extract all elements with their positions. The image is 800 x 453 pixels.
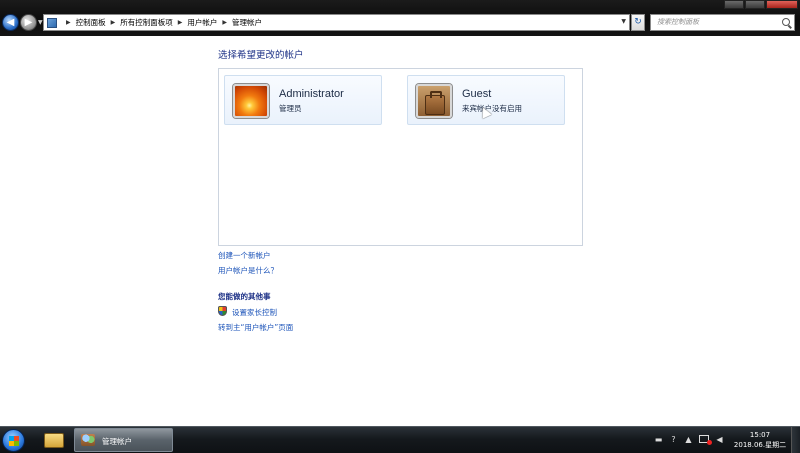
show-desktop-button[interactable] (791, 427, 800, 453)
taskbar-window-label: 管理帐户 (102, 437, 132, 446)
address-dropdown-icon[interactable]: ▼ (621, 18, 626, 25)
taskbar-explorer-button[interactable] (38, 429, 70, 452)
question-icon[interactable]: ? (669, 435, 678, 444)
breadcrumb-user-accounts[interactable]: 用户帐户 (187, 17, 217, 28)
arrow-left-icon: ◀ (6, 17, 15, 28)
flower-avatar-icon (233, 84, 269, 118)
clock-time: 15:07 (749, 431, 771, 439)
account-name: Guest (462, 88, 492, 100)
window-controls (723, 0, 798, 9)
user-accounts-icon (81, 434, 95, 446)
folder-icon (44, 433, 64, 448)
arrow-right-icon: ▶ (24, 17, 33, 28)
minimize-button[interactable] (724, 0, 744, 9)
forward-button[interactable]: ▶ (20, 14, 37, 31)
refresh-icon: ↻ (634, 17, 642, 27)
shield-icon (218, 306, 227, 316)
chevron-right-icon[interactable]: ▶ (111, 19, 116, 26)
clock-date: 2018.06.星期二 (733, 441, 787, 449)
maximize-button[interactable] (745, 0, 765, 9)
other-tasks-heading: 您能做的其他事 (218, 292, 271, 301)
chevron-right-icon[interactable]: ▶ (66, 19, 71, 26)
close-button[interactable] (766, 0, 798, 9)
chevron-right-icon[interactable]: ▶ (222, 19, 227, 26)
search-placeholder: 搜索控制面板 (657, 18, 699, 26)
what-is-account-link[interactable]: 用户帐户是什么？ (218, 265, 278, 276)
account-description: 来宾帐户没有启用 (462, 104, 522, 113)
breadcrumb-all-items[interactable]: 所有控制面板项 (120, 17, 173, 28)
create-account-link[interactable]: 创建一个新帐户 (218, 250, 271, 261)
account-card-administrator[interactable]: Administrator 管理员 (224, 75, 382, 125)
account-name: Administrator (279, 88, 344, 100)
parental-controls-link[interactable]: 设置家长控制 (232, 307, 277, 318)
clock[interactable]: 15:07 2018.06.星期二 (732, 430, 788, 450)
breadcrumb-control-panel[interactable]: 控制面板 (76, 17, 106, 28)
taskbar-active-window[interactable]: 管理帐户 (74, 428, 173, 452)
breadcrumb-manage-accounts[interactable]: 管理帐户 (232, 17, 262, 28)
keyboard-icon[interactable]: ▬ (654, 435, 663, 444)
briefcase-avatar-icon (416, 84, 452, 118)
refresh-button[interactable]: ↻ (631, 14, 645, 31)
page-title: 选择希望更改的帐户 (218, 50, 304, 61)
explorer-toolbar: ◀ ▶ ▼ ▶ 控制面板 ▶ 所有控制面板项 ▶ 用户帐户 ▶ 管理帐户 ▼ ↻… (0, 0, 800, 36)
network-icon[interactable] (699, 435, 712, 445)
history-dropdown-icon[interactable]: ▼ (38, 19, 43, 26)
control-panel-icon (47, 17, 57, 28)
search-icon[interactable] (782, 18, 790, 26)
account-card-guest[interactable]: Guest 来宾帐户没有启用 (407, 75, 565, 125)
back-button[interactable]: ◀ (2, 14, 19, 31)
show-hidden-icons[interactable]: ▲ (684, 435, 693, 444)
volume-icon[interactable]: ◀ (715, 435, 724, 444)
account-description: 管理员 (279, 104, 302, 113)
system-tray: ▬ ? ▲ ◀ (654, 435, 724, 445)
taskbar: 管理帐户 ▬ ? ▲ ◀ 15:07 2018.06.星期二 (0, 426, 800, 453)
accounts-panel: Administrator 管理员 Guest 来宾帐户没有启用 (218, 68, 583, 246)
go-to-user-accounts-link[interactable]: 转到主“用户帐户”页面 (218, 322, 293, 333)
chevron-right-icon[interactable]: ▶ (178, 19, 183, 26)
start-button[interactable] (2, 429, 25, 452)
search-input[interactable]: 搜索控制面板 (650, 14, 795, 31)
address-bar[interactable]: ▶ 控制面板 ▶ 所有控制面板项 ▶ 用户帐户 ▶ 管理帐户 ▼ (43, 14, 630, 31)
